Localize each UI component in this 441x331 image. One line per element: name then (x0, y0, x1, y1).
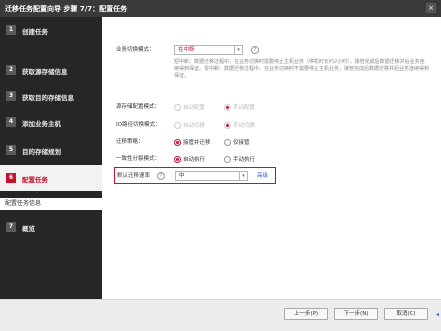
step-number: 7 (6, 222, 16, 232)
window-titlebar: 迁移任务配置向导 步骤 7/7：配置任务 × (0, 0, 441, 17)
step-number: 4 (6, 117, 16, 127)
source-config-label: 源存储配置模式： (116, 104, 161, 110)
radio-icon (174, 103, 181, 111)
switch-mode-label: 业务切换模式： (116, 47, 155, 53)
cancel-button[interactable]: 取消(C) (384, 308, 428, 320)
chevron-down-icon: ▾ (234, 46, 242, 54)
radio-icon (224, 138, 231, 146)
sidebar-item-add-hosts[interactable]: 4 添加业务主机 (0, 109, 102, 135)
window-title: 迁移任务配置向导 步骤 7/7：配置任务 (5, 5, 128, 13)
migration-policy-row: 迁移策略： 接管并迁移 仅接管 (102, 136, 441, 148)
takeover-migrate-radio[interactable]: 接管并迁移 (174, 138, 211, 146)
wizard-footer: 上一步(P) 下一步(N) 取消(C) ◂ (0, 299, 441, 331)
migration-policy-label: 迁移策略： (116, 139, 144, 145)
source-auto-radio[interactable]: 自动配置 (174, 103, 205, 111)
step-number: 1 (6, 25, 16, 35)
sidebar-item-target-storage[interactable]: 3 获取目的存储信息 (0, 83, 102, 109)
io-manual-radio[interactable]: 手动切换 (224, 121, 255, 129)
rate-highlight-box: 默认迁移速率 ? 中 ▾ 高级 (114, 167, 276, 184)
rate-value: 中 (179, 173, 185, 179)
help-icon[interactable]: ? (251, 46, 259, 54)
radio-icon (174, 155, 181, 163)
sidebar-item-label: 添加业务主机 (22, 120, 61, 128)
chevron-down-icon: ▾ (239, 172, 247, 180)
sidebar-item-label: 配置任务 (22, 176, 48, 184)
sidebar-item-label: 获取源存储信息 (22, 68, 68, 76)
resize-arrow-icon: ◂ (436, 311, 440, 318)
radio-icon (174, 121, 181, 129)
sidebar-item-label: 概览 (22, 225, 35, 233)
advanced-link[interactable]: 高级 (257, 171, 268, 181)
radio-icon (174, 138, 181, 146)
source-manual-radio[interactable]: 手动配置 (224, 103, 255, 111)
rate-select[interactable]: 中 ▾ (175, 171, 248, 181)
step-number: 3 (6, 91, 16, 101)
sidebar-subitem-task-info[interactable]: 配置任务信息 (0, 198, 102, 210)
rate-label: 默认迁移速率 (117, 173, 151, 179)
sidebar-item-label: 获取目的存储信息 (22, 94, 74, 102)
switch-mode-select[interactable]: 在中断 ▾ (174, 45, 243, 55)
sidebar-item-create-task[interactable]: 1 创建任务 (0, 17, 102, 43)
radio-icon (224, 121, 231, 129)
sidebar-item-label: 创建任务 (22, 28, 48, 36)
consistency-auto-radio[interactable]: 自动执行 (174, 155, 205, 163)
io-auto-radio[interactable]: 自动切换 (174, 121, 205, 129)
sidebar-item-configure-task[interactable]: 6 配置任务 (0, 165, 102, 191)
step-number: 5 (6, 145, 16, 155)
switch-mode-value: 在中断 (178, 47, 195, 53)
radio-icon (224, 155, 231, 163)
takeover-only-radio[interactable]: 仅接管 (224, 138, 250, 146)
sidebar-item-target-planning[interactable]: 5 目的存储规划 (0, 137, 102, 163)
source-config-row: 源存储配置模式： 自动配置 手动配置 (102, 101, 441, 113)
switch-mode-row: 业务切换模式： 在中断 ▾ ? (102, 44, 441, 56)
main-panel: 业务切换模式： 在中断 ▾ ? 短中断：数据迁移过程中，在业务切换时需要停止主机… (102, 17, 441, 299)
io-switch-row: IO路径切换模式： 自动切换 手动切换 (102, 119, 441, 131)
sidebar-item-source-storage[interactable]: 2 获取源存储信息 (0, 57, 102, 83)
sidebar-item-overview[interactable]: 7 概览 (0, 214, 102, 240)
radio-icon (224, 103, 231, 111)
switch-mode-description: 短中断：数据迁移过程中，在业务切换时需要停止主机业务（停机时长约2小时），接管完… (174, 59, 430, 79)
io-switch-label: IO路径切换模式： (116, 122, 161, 128)
sidebar-item-label: 目的存储规划 (22, 148, 61, 156)
prev-button[interactable]: 上一步(P) (284, 308, 328, 320)
consistency-manual-radio[interactable]: 手动执行 (224, 155, 255, 163)
consistency-row: 一致性分裂模式： 自动执行 手动执行 (102, 153, 441, 165)
help-icon[interactable]: ? (157, 172, 165, 180)
next-button[interactable]: 下一步(N) (334, 308, 378, 320)
step-number: 6 (6, 173, 16, 183)
consistency-label: 一致性分裂模式： (116, 156, 161, 162)
wizard-sidebar: 1 创建任务 2 获取源存储信息 3 获取目的存储信息 4 添加业务主机 5 目… (0, 17, 102, 299)
close-icon[interactable]: × (426, 3, 436, 13)
step-number: 2 (6, 65, 16, 75)
